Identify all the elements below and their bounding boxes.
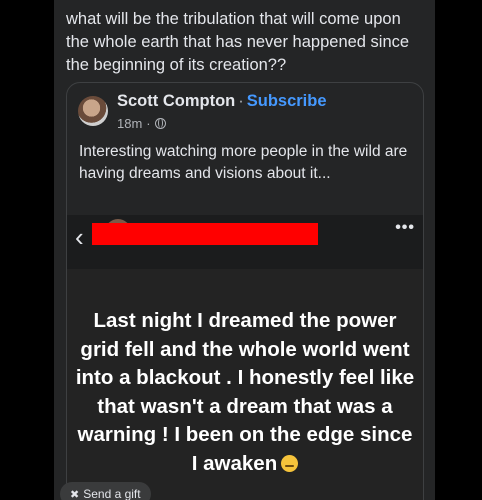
sad-face-emoji-icon: [281, 454, 299, 472]
story-text-content: Last night I dreamed the power grid fell…: [75, 309, 415, 475]
time-separator: ·: [146, 116, 151, 131]
subscribe-link[interactable]: Subscribe: [247, 92, 327, 110]
post-panel: what will be the tribulation that will c…: [54, 0, 435, 500]
story-content[interactable]: Last night I dreamed the power grid fell…: [67, 269, 423, 500]
post-text: what will be the tribulation that will c…: [66, 10, 410, 74]
author-name[interactable]: Scott Compton: [117, 92, 235, 110]
name-separator: ·: [238, 92, 244, 110]
story-text: Last night I dreamed the power grid fell…: [75, 307, 415, 478]
more-options-icon[interactable]: •••: [395, 219, 415, 237]
post-meta: 18m ·: [117, 116, 166, 131]
redaction-bar: [92, 223, 318, 245]
chevron-left-icon[interactable]: ‹: [75, 222, 84, 253]
send-gift-label: Send a gift: [83, 487, 141, 500]
story-header: ‹ •••: [67, 215, 423, 269]
shared-post-text: Interesting watching more people in the …: [79, 143, 408, 182]
send-gift-button[interactable]: ✖ Send a gift: [60, 482, 151, 500]
shared-post-card[interactable]: Scott Compton · Subscribe 18m · Interestin…: [66, 82, 424, 500]
post-time[interactable]: 18m: [117, 116, 142, 131]
author-row: Scott Compton · Subscribe: [117, 92, 327, 111]
gift-icon: ✖: [70, 488, 80, 500]
author-avatar[interactable]: [78, 96, 108, 126]
globe-icon: [154, 118, 166, 129]
